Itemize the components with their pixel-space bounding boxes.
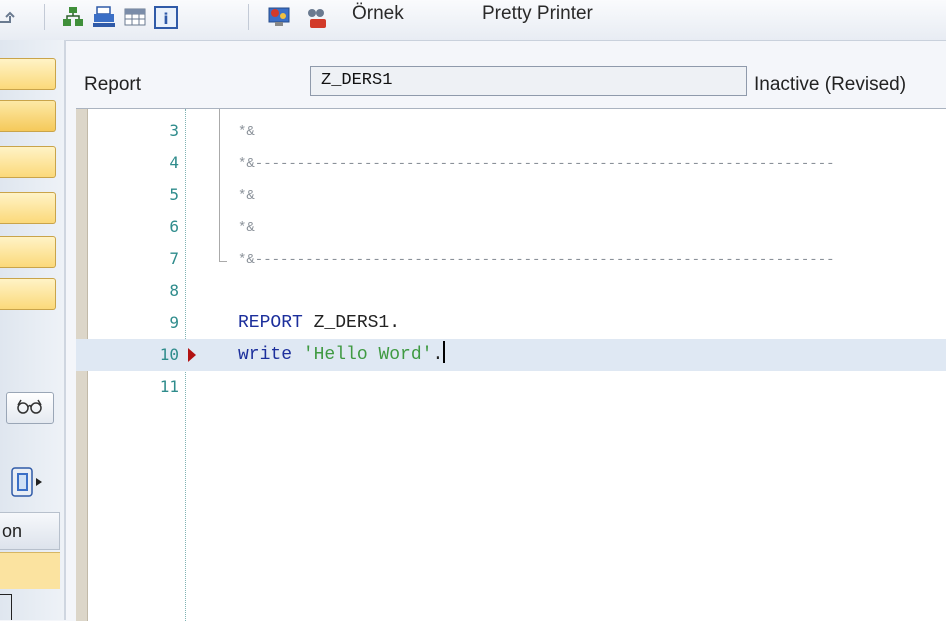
string-token: 'Hello Word' xyxy=(302,345,433,365)
code-line[interactable]: 10 write 'Hello Word'. xyxy=(76,339,946,371)
application-toolbar: i Örnek Pretty Printer xyxy=(0,0,946,41)
table-icon[interactable] xyxy=(124,2,146,32)
comment-token: *& xyxy=(238,124,255,140)
status-label: Inactive (Revised) xyxy=(754,74,907,95)
toolbar-separator xyxy=(44,4,45,30)
code-text[interactable]: *&--------------------------------------… xyxy=(238,243,835,276)
code-line[interactable]: 6 *& xyxy=(76,211,946,243)
comment-token: *& xyxy=(238,188,255,204)
keyword-token: REPORT xyxy=(238,313,303,333)
test-monitor-icon[interactable] xyxy=(266,2,292,32)
info-icon[interactable]: i xyxy=(154,2,178,32)
code-text[interactable]: *&--------------------------------------… xyxy=(238,147,835,180)
sidebar-highlight[interactable] xyxy=(0,552,60,589)
code-text[interactable]: write 'Hello Word'. xyxy=(238,339,446,371)
svg-text:i: i xyxy=(163,10,168,28)
code-line[interactable]: 5 *& xyxy=(76,179,946,211)
line-number: 7 xyxy=(169,249,179,268)
code-line[interactable]: 7 *&-------------------------------------… xyxy=(76,243,946,275)
return-arrow-icon[interactable] xyxy=(0,2,16,32)
nav-button-5[interactable] xyxy=(0,236,56,268)
example-button[interactable]: Örnek xyxy=(352,0,404,28)
display-button[interactable] xyxy=(6,392,54,424)
line-number: 11 xyxy=(159,377,179,396)
toolbar-separator xyxy=(248,4,249,30)
users-stop-icon[interactable] xyxy=(304,2,330,32)
pretty-printer-button[interactable]: Pretty Printer xyxy=(482,0,593,28)
code-token: . xyxy=(432,345,444,365)
code-text[interactable]: *& xyxy=(238,115,255,148)
expand-panel-button[interactable] xyxy=(8,466,44,503)
line-number: 3 xyxy=(169,121,179,140)
code-line[interactable]: 3 *& xyxy=(76,115,946,147)
line-number: 10 xyxy=(159,345,179,364)
comment-token: *& xyxy=(238,220,255,236)
line-number: 6 xyxy=(169,217,179,236)
abap-code-editor[interactable]: 3 *& 4 *&----------------------------------… xyxy=(76,108,946,621)
code-token: Z_DERS1. xyxy=(302,313,401,333)
code-line[interactable]: 8 xyxy=(76,275,946,307)
code-text[interactable]: *& xyxy=(238,211,255,244)
object-type-label: Report xyxy=(84,74,142,95)
panel-divider[interactable] xyxy=(64,40,66,620)
line-number: 5 xyxy=(169,185,179,204)
glasses-icon xyxy=(15,396,45,421)
text-cursor xyxy=(443,341,446,363)
nav-button-6[interactable] xyxy=(0,278,56,310)
current-line-marker-icon xyxy=(188,348,196,362)
code-line[interactable]: 11 xyxy=(76,371,946,403)
code-text[interactable]: *& xyxy=(238,179,255,212)
printer-icon[interactable] xyxy=(92,2,116,32)
hierarchy-icon[interactable] xyxy=(62,2,84,32)
line-number: 4 xyxy=(169,153,179,172)
program-name-field[interactable]: Z_DERS1 xyxy=(310,66,747,96)
nav-button-1[interactable] xyxy=(0,58,56,90)
code-line[interactable]: 4 *&-------------------------------------… xyxy=(76,147,946,179)
line-number: 8 xyxy=(169,281,179,300)
expand-panel-icon xyxy=(8,466,44,503)
frame-corner xyxy=(0,594,12,620)
code-text[interactable]: REPORT Z_DERS1. xyxy=(238,307,400,339)
comment-token: *&--------------------------------------… xyxy=(238,252,835,268)
nav-button-3[interactable] xyxy=(0,146,56,178)
comment-token: *&--------------------------------------… xyxy=(238,156,835,172)
nav-button-4[interactable] xyxy=(0,192,56,224)
code-line[interactable]: 9 REPORT Z_DERS1. xyxy=(76,307,946,339)
line-number: 9 xyxy=(169,313,179,332)
nav-button-2[interactable] xyxy=(0,100,56,132)
sidebar-label[interactable]: on xyxy=(0,512,60,550)
object-header: Report Z_DERS1 Inactive (Revised) xyxy=(66,60,946,108)
keyword-token: write xyxy=(238,345,293,365)
